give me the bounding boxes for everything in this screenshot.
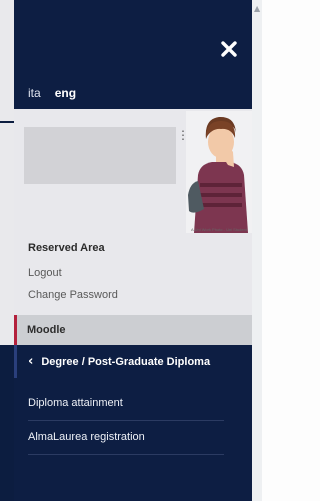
navigation-drawer: ita eng ⋮ A Uni Work Photo - Uni Student… [14,0,252,501]
background-page-divider [0,121,14,123]
degree-back-header[interactable]: ‹ Degree / Post-Graduate Diploma [14,345,252,378]
avatar [186,111,252,233]
close-icon [221,41,237,57]
close-button[interactable] [214,34,244,64]
change-password-link[interactable]: Change Password [28,289,118,301]
menu-item-diploma-attainment[interactable]: Diploma attainment [28,386,224,421]
language-ita[interactable]: ita [28,86,41,100]
reserved-area-title: Reserved Area [28,242,105,254]
reserved-area-panel: ⋮ A Uni Work Photo - Uni Student Reserve… [14,109,252,315]
scroll-up-icon[interactable]: ▲ [254,4,260,13]
logout-link[interactable]: Logout [28,267,62,279]
user-info-placeholder [24,127,176,184]
language-eng[interactable]: eng [55,86,76,100]
chevron-left-icon: ‹ [28,354,34,369]
background-page-footer [0,345,14,501]
menu-item-almalaurea-registration[interactable]: AlmaLaurea registration [28,420,224,455]
scrollbar[interactable]: ▲ [252,0,262,501]
background-page [0,0,14,501]
avatar-credit: A Uni Work Photo - Uni Student [191,227,247,232]
moodle-menu-item[interactable]: Moodle [14,315,252,345]
language-switcher: ita eng [28,86,76,100]
degree-header-label: Degree / Post-Graduate Diploma [41,355,211,368]
